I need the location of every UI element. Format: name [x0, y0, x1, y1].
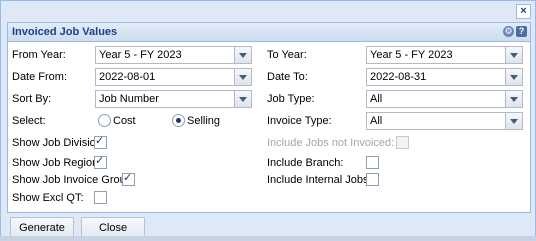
- chevron-down-icon[interactable]: [234, 69, 251, 85]
- show-job-region-checkbox[interactable]: ✓: [94, 155, 107, 169]
- report-panel: Invoiced Job Values ⚙ ? From Year: Year …: [7, 22, 531, 213]
- chevron-down-icon[interactable]: [505, 91, 522, 107]
- radio-selected-dot: [176, 118, 181, 123]
- help-icon[interactable]: ?: [516, 26, 527, 37]
- date-to-label: Date To:: [267, 71, 308, 83]
- sort-by-value: Job Number: [99, 93, 159, 105]
- job-type-label: Job Type:: [267, 93, 315, 105]
- chevron-down-icon[interactable]: [234, 47, 251, 63]
- window-close-icon[interactable]: ×: [516, 4, 531, 19]
- date-to-value: 2022-08-31: [370, 71, 427, 83]
- chevron-down-icon[interactable]: [234, 91, 251, 107]
- from-year-label: From Year:: [12, 49, 66, 61]
- job-type-select[interactable]: All: [366, 90, 523, 108]
- include-internal-jobs-label: Include Internal Jobs:: [267, 174, 372, 186]
- show-excl-qt-checkbox[interactable]: [94, 191, 107, 204]
- invoice-type-value: All: [370, 115, 383, 127]
- from-year-value: Year 5 - FY 2023: [99, 49, 182, 61]
- chevron-down-icon[interactable]: [505, 113, 522, 129]
- include-internal-jobs-checkbox[interactable]: [366, 173, 379, 186]
- panel-header: Invoiced Job Values ⚙ ?: [8, 23, 530, 42]
- include-branch-checkbox[interactable]: [366, 156, 379, 169]
- report-window: × Invoiced Job Values ⚙ ? From Year: Yea…: [0, 0, 536, 241]
- radio-selling-label: Selling: [187, 115, 221, 127]
- include-branch-label: Include Branch:: [267, 157, 344, 169]
- include-jobs-not-invoiced-checkbox: [396, 136, 409, 149]
- background-strip: [0, 236, 536, 241]
- check-icon: ✓: [95, 155, 105, 167]
- date-from-value: 2022-08-01: [99, 71, 156, 83]
- show-job-region-label: Show Job Region:: [12, 157, 102, 169]
- chevron-down-icon[interactable]: [505, 47, 522, 63]
- panel-title: Invoiced Job Values: [12, 26, 118, 38]
- radio-cost[interactable]: [98, 114, 111, 127]
- show-job-division-checkbox[interactable]: ✓: [94, 135, 107, 149]
- show-job-division-label: Show Job Division:: [12, 137, 105, 149]
- to-year-value: Year 5 - FY 2023: [370, 49, 453, 61]
- date-from-field[interactable]: 2022-08-01: [95, 68, 252, 86]
- date-from-label: Date From:: [12, 71, 68, 83]
- radio-cost-label: Cost: [113, 115, 136, 127]
- to-year-label: To Year:: [267, 49, 307, 61]
- invoice-type-label: Invoice Type:: [267, 115, 332, 127]
- check-icon: ✓: [95, 135, 105, 147]
- show-excl-qt-label: Show Excl QT:: [12, 192, 84, 204]
- from-year-select[interactable]: Year 5 - FY 2023: [95, 46, 252, 64]
- radio-selling[interactable]: [172, 114, 185, 127]
- show-job-invoice-group-checkbox[interactable]: ✓: [122, 172, 135, 186]
- include-jobs-not-invoiced-label: Include Jobs not Invoiced:: [267, 137, 395, 149]
- sort-by-select[interactable]: Job Number: [95, 90, 252, 108]
- sort-by-label: Sort By:: [12, 93, 52, 105]
- select-label: Select:: [12, 115, 46, 127]
- date-to-field[interactable]: 2022-08-31: [366, 68, 523, 86]
- show-job-invoice-group-label: Show Job Invoice Group:: [12, 174, 135, 186]
- job-type-value: All: [370, 93, 383, 105]
- gear-icon[interactable]: ⚙: [503, 26, 514, 37]
- invoice-type-select[interactable]: All: [366, 112, 523, 130]
- chevron-down-icon[interactable]: [505, 69, 522, 85]
- to-year-select[interactable]: Year 5 - FY 2023: [366, 46, 523, 64]
- check-icon: ✓: [123, 172, 133, 184]
